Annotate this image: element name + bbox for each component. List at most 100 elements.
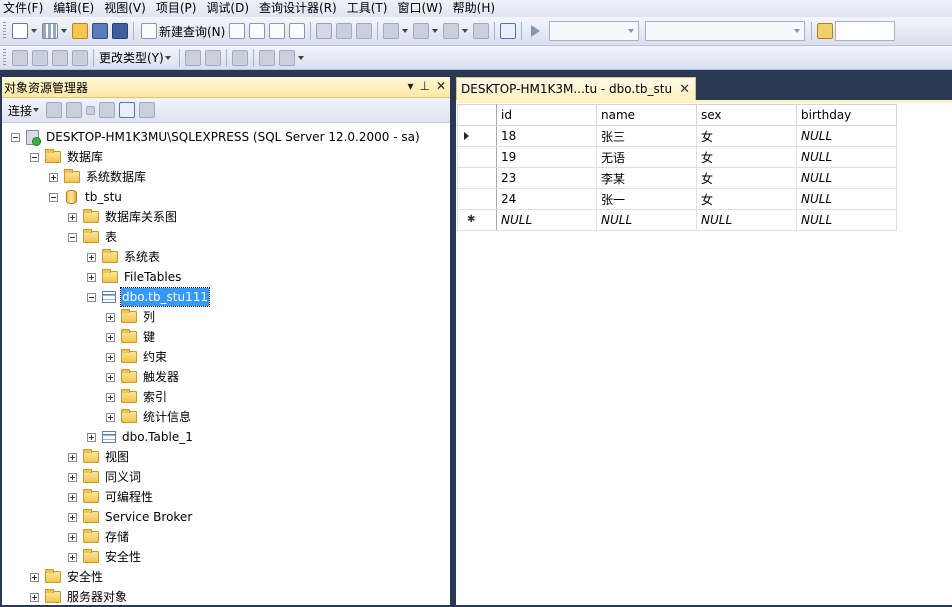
database-engine-query-icon[interactable] xyxy=(229,23,246,39)
change-type-button[interactable]: 更改类型(Y) xyxy=(97,48,176,68)
add-derived-table-icon[interactable] xyxy=(278,49,295,66)
column-header-birthday[interactable]: birthday xyxy=(796,104,897,126)
tree-node[interactable]: 触发器 xyxy=(106,367,180,387)
paste-icon[interactable] xyxy=(356,23,373,39)
xmla-query-icon[interactable] xyxy=(269,23,286,39)
expand-icon[interactable] xyxy=(68,532,77,542)
show-results-pane-icon[interactable] xyxy=(72,49,88,66)
expand-icon[interactable] xyxy=(68,552,77,562)
auto-hide-pin-icon[interactable]: ⊥ xyxy=(419,79,429,93)
save-icon[interactable] xyxy=(92,23,108,39)
window-position-dropdown-icon[interactable]: ▾ xyxy=(407,79,413,93)
tree-node[interactable]: tb_stu xyxy=(49,187,123,207)
menu-item[interactable]: 调试(D) xyxy=(203,0,256,17)
new-project-icon[interactable] xyxy=(12,23,28,39)
row-header[interactable] xyxy=(457,146,497,168)
expand-icon[interactable] xyxy=(106,352,115,362)
column-header-name[interactable]: name xyxy=(596,104,697,126)
chevron-down-icon[interactable] xyxy=(31,29,37,33)
undo-icon[interactable] xyxy=(383,23,400,39)
new-row[interactable]: ✱ NULL NULL NULL NULL xyxy=(457,209,897,231)
execute-sql-icon[interactable] xyxy=(184,49,201,66)
find-input[interactable] xyxy=(835,21,896,41)
close-icon[interactable]: ✕ xyxy=(679,82,690,97)
tree-node[interactable]: 系统数据库 xyxy=(49,167,147,187)
expand-icon[interactable] xyxy=(106,372,115,382)
grid-cell-birthday[interactable]: NULL xyxy=(796,146,897,168)
grid-cell-sex[interactable]: 女 xyxy=(696,146,797,168)
menu-item[interactable]: 项目(P) xyxy=(153,0,204,17)
tree-node[interactable]: 同义词 xyxy=(68,467,142,487)
show-sql-pane-icon[interactable] xyxy=(52,49,68,66)
menu-item[interactable]: 帮助(H) xyxy=(450,0,502,17)
expand-icon[interactable] xyxy=(87,252,96,262)
find-in-files-icon[interactable] xyxy=(817,23,834,39)
expand-icon[interactable] xyxy=(106,412,115,422)
column-header-sex[interactable]: sex xyxy=(696,104,797,126)
tree-node[interactable]: 服务器对象 xyxy=(30,587,128,607)
tab-table-editor[interactable]: DESKTOP-HM1K3M...tu - dbo.tb_stu ✕ xyxy=(456,77,696,100)
new-query-button[interactable]: 新建查询(N) xyxy=(137,21,227,41)
tree-node[interactable]: 约束 xyxy=(106,347,168,367)
grid-cell-id[interactable]: 24 xyxy=(496,188,597,210)
tree-node[interactable]: 系统表 xyxy=(87,247,161,267)
collapse-icon[interactable] xyxy=(68,232,77,242)
grid-cell-name[interactable]: 张一 xyxy=(596,188,697,210)
expand-icon[interactable] xyxy=(106,312,115,322)
tree-node[interactable]: 数据库关系图 xyxy=(68,207,178,227)
tree-node[interactable]: 安全性 xyxy=(68,547,142,567)
cut-icon[interactable] xyxy=(316,23,333,39)
tree-node[interactable]: 数据库 xyxy=(30,147,104,167)
menu-item[interactable]: 视图(V) xyxy=(101,0,153,17)
chevron-down-icon[interactable] xyxy=(297,55,304,60)
grid-cell-id[interactable]: NULL xyxy=(496,209,597,231)
group-by-icon[interactable] xyxy=(231,49,248,66)
table-row[interactable]: 24 张一女 NULL xyxy=(457,188,897,210)
navigate-forward-icon[interactable] xyxy=(473,23,490,39)
dmx-query-icon[interactable] xyxy=(289,23,306,39)
grid-cell-sex[interactable]: 女 xyxy=(696,188,797,210)
tree-node[interactable]: 可编程性 xyxy=(68,487,154,507)
toolbar-grip[interactable] xyxy=(3,22,6,40)
start-debugging-icon[interactable] xyxy=(531,25,541,37)
show-criteria-pane-icon[interactable] xyxy=(32,49,48,66)
row-header[interactable] xyxy=(457,188,497,210)
expand-icon[interactable] xyxy=(87,432,96,442)
open-file-icon[interactable] xyxy=(72,23,88,39)
stop-icon[interactable] xyxy=(86,105,96,115)
grid-cell-id[interactable]: 18 xyxy=(496,125,597,147)
menu-item[interactable]: 文件(F) xyxy=(0,0,50,17)
save-all-icon[interactable] xyxy=(112,23,128,39)
tree-node[interactable]: 键 xyxy=(106,327,156,347)
grid-cell-birthday[interactable]: NULL xyxy=(796,209,897,231)
tree-node[interactable]: 表 xyxy=(68,227,118,247)
tree-node[interactable]: DESKTOP-HM1K3MU\SQLEXPRESS (SQL Server 1… xyxy=(11,127,421,147)
row-header[interactable] xyxy=(457,167,497,189)
row-header[interactable]: ✱ xyxy=(457,209,497,231)
grid-cell-birthday[interactable]: NULL xyxy=(796,125,897,147)
show-diagram-pane-icon[interactable] xyxy=(12,49,28,66)
grid-cell-id[interactable]: 19 xyxy=(496,146,597,168)
chevron-down-icon[interactable] xyxy=(462,29,469,33)
expand-icon[interactable] xyxy=(30,572,39,582)
expand-icon[interactable] xyxy=(68,212,77,222)
row-header-corner[interactable] xyxy=(457,104,497,126)
tree-node[interactable]: 安全性 xyxy=(30,567,104,587)
toolbar-grip[interactable] xyxy=(3,48,6,67)
tree-node[interactable]: dbo.tb_stu111 xyxy=(87,287,210,307)
connect-object-explorer-icon[interactable] xyxy=(46,102,63,118)
column-header-id[interactable]: id xyxy=(496,104,597,126)
start-powershell-icon[interactable] xyxy=(139,102,156,118)
solution-platforms-combo[interactable] xyxy=(645,21,806,41)
grid-cell-name[interactable]: NULL xyxy=(596,209,697,231)
table-row[interactable]: 19 无语女 NULL xyxy=(457,146,897,168)
expand-icon[interactable] xyxy=(68,452,77,462)
verify-sql-icon[interactable] xyxy=(204,49,221,66)
connect-button[interactable]: 连接 xyxy=(6,100,44,120)
add-item-icon[interactable] xyxy=(42,23,58,39)
table-row[interactable]: 18 张三女 NULL xyxy=(457,125,897,147)
grid-cell-sex[interactable]: 女 xyxy=(696,167,797,189)
collapse-icon[interactable] xyxy=(11,132,20,142)
menu-item[interactable]: 工具(T) xyxy=(344,0,395,17)
copy-icon[interactable] xyxy=(336,23,353,39)
